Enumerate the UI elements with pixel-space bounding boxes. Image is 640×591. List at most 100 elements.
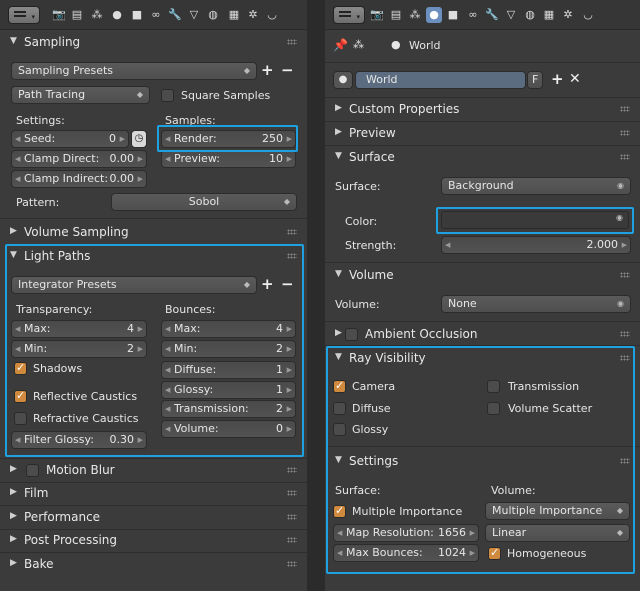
separator bbox=[325, 145, 640, 146]
separator bbox=[325, 321, 640, 322]
separator bbox=[0, 505, 307, 506]
world-properties-panel: ▾ 📷 ▤ ⁂ ● ■ ∞ 🔧 ▽ ◍ ▦ ✲ ◡ 📌 ⁂ ● World ● … bbox=[325, 0, 640, 591]
particles-tab-icon[interactable]: ✲ bbox=[560, 7, 576, 23]
strength-field[interactable]: ◀ 2.000 ▶ bbox=[441, 236, 631, 254]
separator bbox=[325, 62, 640, 63]
constraints-tab-icon[interactable]: ∞ bbox=[465, 7, 481, 23]
render-tab-icon[interactable]: 📷 bbox=[51, 7, 67, 23]
world-browse-icon[interactable]: ● bbox=[333, 71, 353, 89]
texture-tab-icon[interactable]: ▦ bbox=[226, 7, 242, 23]
separator bbox=[0, 458, 307, 459]
drag-grip-icon[interactable] bbox=[620, 154, 630, 160]
drag-grip-icon[interactable] bbox=[287, 561, 297, 567]
render-tab-icon[interactable]: 📷 bbox=[369, 7, 385, 23]
expand-arrow-icon: ▶ bbox=[10, 534, 17, 544]
chevron-icon: ◉ bbox=[617, 299, 624, 308]
world-name-field[interactable]: World bbox=[355, 71, 526, 89]
film-header[interactable]: ▶ Film bbox=[0, 483, 307, 505]
object-tab-icon[interactable]: ■ bbox=[445, 7, 461, 23]
render-layers-tab-icon[interactable]: ▤ bbox=[388, 7, 404, 23]
settings-label: Settings: bbox=[16, 114, 65, 127]
remove-preset-button[interactable]: − bbox=[281, 63, 294, 78]
fake-user-button[interactable]: F bbox=[527, 71, 543, 89]
scene-tab-icon[interactable]: ⁂ bbox=[89, 7, 105, 23]
expand-arrow-icon: ▶ bbox=[10, 558, 17, 568]
drag-grip-icon[interactable] bbox=[620, 106, 630, 112]
drag-grip-icon[interactable] bbox=[287, 39, 297, 45]
collapse-arrow-icon: ▼ bbox=[335, 151, 342, 161]
new-world-button[interactable]: + bbox=[551, 72, 564, 87]
clock-icon[interactable]: ◷ bbox=[131, 130, 147, 148]
data-tab-icon[interactable]: ▽ bbox=[186, 7, 202, 23]
square-samples-label: Square Samples bbox=[181, 89, 271, 102]
expand-arrow-icon: ▶ bbox=[10, 464, 17, 474]
drag-grip-icon[interactable] bbox=[620, 272, 630, 278]
volume-shader-dropdown[interactable]: None ◉ bbox=[441, 295, 631, 313]
world-icon: ● bbox=[391, 38, 401, 51]
drag-grip-icon[interactable] bbox=[287, 537, 297, 543]
data-tab-icon[interactable]: ▽ bbox=[503, 7, 519, 23]
constraints-tab-icon[interactable]: ∞ bbox=[148, 7, 164, 23]
surface-shader-dropdown[interactable]: Background ◉ bbox=[441, 177, 631, 195]
ambient-occlusion-header[interactable]: ▶ Ambient Occlusion bbox=[325, 324, 640, 346]
clamp-direct-field[interactable]: ◀ Clamp Direct: 0.00 ▶ bbox=[11, 150, 147, 168]
sampling-presets-menu[interactable]: Sampling Presets ◆ bbox=[11, 62, 257, 80]
particles-tab-icon[interactable]: ✲ bbox=[245, 7, 261, 23]
editor-divider[interactable] bbox=[307, 0, 325, 591]
pin-icon[interactable]: 📌 bbox=[333, 38, 348, 52]
texture-tab-icon[interactable]: ▦ bbox=[541, 7, 557, 23]
surface-header[interactable]: ▼ Surface bbox=[325, 147, 640, 169]
motion-blur-checkbox[interactable] bbox=[26, 464, 39, 477]
render-properties-panel: ▾ 📷 ▤ ⁂ ● ■ ∞ 🔧 ▽ ◍ ▦ ✲ ◡ ▼ Sampling Sam… bbox=[0, 0, 307, 591]
bake-header[interactable]: ▶ Bake bbox=[0, 554, 307, 576]
square-samples-checkbox[interactable] bbox=[161, 89, 174, 102]
seed-field[interactable]: ◀ Seed: 0 ▶ bbox=[11, 130, 129, 148]
modifiers-tab-icon[interactable]: 🔧 bbox=[484, 7, 500, 23]
expand-arrow-icon: ▶ bbox=[335, 103, 342, 113]
drag-grip-icon[interactable] bbox=[620, 331, 630, 337]
sampling-header[interactable]: ▼ Sampling bbox=[0, 32, 307, 54]
preview-header[interactable]: ▶ Preview bbox=[325, 123, 640, 145]
material-tab-icon[interactable]: ◍ bbox=[205, 7, 221, 23]
modifiers-tab-icon[interactable]: 🔧 bbox=[167, 7, 183, 23]
world-tab-icon[interactable]: ● bbox=[426, 7, 442, 23]
editor-type-button[interactable]: ▾ bbox=[8, 6, 40, 24]
physics-tab-icon[interactable]: ◡ bbox=[580, 7, 596, 23]
expand-arrow-icon: ▶ bbox=[10, 226, 17, 236]
separator bbox=[325, 121, 640, 122]
drag-grip-icon[interactable] bbox=[287, 467, 297, 473]
ambient-occlusion-checkbox[interactable] bbox=[345, 328, 358, 341]
motion-blur-header[interactable]: ▶ Motion Blur bbox=[0, 460, 307, 482]
add-preset-button[interactable]: + bbox=[261, 63, 274, 78]
collapse-arrow-icon: ▼ bbox=[10, 36, 17, 46]
volume-header[interactable]: ▼ Volume bbox=[325, 265, 640, 287]
volume-label: Volume: bbox=[335, 298, 380, 311]
separator bbox=[0, 218, 307, 219]
unlink-world-icon[interactable]: ✕ bbox=[569, 72, 581, 86]
pattern-label: Pattern: bbox=[16, 196, 60, 209]
physics-tab-icon[interactable]: ◡ bbox=[264, 7, 280, 23]
drag-grip-icon[interactable] bbox=[287, 514, 297, 520]
preview-samples-field[interactable]: ◀ Preview: 10 ▶ bbox=[161, 150, 296, 168]
post-processing-header[interactable]: ▶ Post Processing bbox=[0, 530, 307, 552]
material-tab-icon[interactable]: ◍ bbox=[522, 7, 538, 23]
clamp-indirect-field[interactable]: ◀ Clamp Indirect: 0.00 ▶ bbox=[11, 170, 147, 188]
render-layers-tab-icon[interactable]: ▤ bbox=[69, 7, 85, 23]
object-tab-icon[interactable]: ■ bbox=[129, 7, 145, 23]
drag-grip-icon[interactable] bbox=[287, 229, 297, 235]
drag-grip-icon[interactable] bbox=[287, 490, 297, 496]
volume-sampling-header[interactable]: ▶ Volume Sampling bbox=[0, 222, 307, 244]
editor-type-button[interactable]: ▾ bbox=[333, 6, 365, 24]
strength-label: Strength: bbox=[345, 239, 397, 252]
integrator-dropdown[interactable]: Path Tracing ◆ bbox=[11, 86, 150, 104]
expand-arrow-icon: ▶ bbox=[10, 511, 17, 521]
performance-header[interactable]: ▶ Performance bbox=[0, 507, 307, 529]
expand-arrow-icon: ▶ bbox=[10, 487, 17, 497]
drag-grip-icon[interactable] bbox=[620, 130, 630, 136]
custom-properties-header[interactable]: ▶ Custom Properties bbox=[325, 99, 640, 121]
world-settings-highlight bbox=[326, 346, 635, 574]
pattern-dropdown[interactable]: Sobol ◆ bbox=[111, 193, 297, 211]
world-tab-icon[interactable]: ● bbox=[109, 7, 125, 23]
collapse-arrow-icon: ▼ bbox=[335, 269, 342, 279]
scene-tab-icon[interactable]: ⁂ bbox=[407, 7, 423, 23]
